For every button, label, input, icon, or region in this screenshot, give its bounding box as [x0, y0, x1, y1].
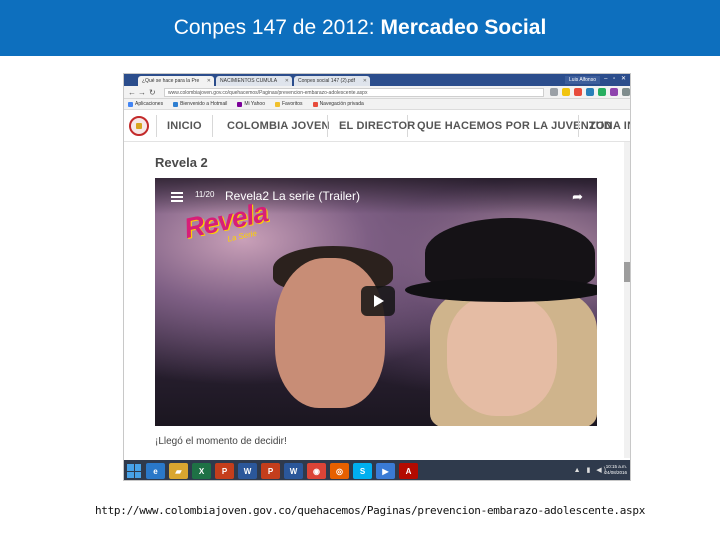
bookmark-label: Bienvenido a Hotmail — [180, 101, 228, 107]
video-figure — [275, 258, 385, 408]
slide-title-bold: Mercadeo Social — [380, 16, 547, 39]
media-icon[interactable]: ▶ — [376, 463, 395, 479]
tab-3-label: Conpes social 147 (2).pdf — [298, 78, 355, 84]
bookmark-item[interactable]: Bienvenido a Hotmail — [173, 101, 227, 107]
extension-blue-icon[interactable] — [586, 88, 594, 96]
page-title: Revela 2 — [155, 155, 208, 170]
site-navigation: INICIO COLOMBIA JOVEN EL DIRECTOR QUE HA… — [124, 110, 630, 142]
apps-icon — [128, 101, 133, 107]
tab-3[interactable]: Conpes social 147 (2).pdf ✕ — [294, 76, 370, 86]
excel-icon[interactable]: X — [192, 463, 211, 479]
window-controls[interactable]: – ▫ ✕ — [604, 75, 628, 82]
play-button[interactable] — [361, 286, 395, 316]
tab-strip: ¿Qué se hace para la Pre ✕ NACIMIENTOS CU… — [124, 74, 630, 86]
nav-divider — [327, 115, 328, 137]
forward-arrow-icon[interactable]: → — [138, 88, 146, 97]
extension-green-icon[interactable] — [598, 88, 606, 96]
windows-start-icon[interactable] — [127, 464, 141, 478]
bookmarks-bar: Aplicaciones Bienvenido a Hotmail Mi Yah… — [124, 99, 630, 110]
extension-purple-icon[interactable] — [610, 88, 618, 96]
private-icon — [312, 101, 318, 107]
tab-2[interactable]: NACIMIENTOS CUMULA ✕ — [216, 76, 292, 86]
word2-icon[interactable]: W — [284, 463, 303, 479]
page-scrollbar[interactable] — [624, 142, 630, 458]
taskbar-clock[interactable]: 10:15 a.m. 24/08/2016 — [604, 464, 627, 476]
slide: Conpes 147 de 2012: Mercadeo Social ¿Qué… — [0, 0, 720, 540]
user-profile-button[interactable]: Luis Alfonso — [565, 76, 600, 84]
firefox-icon[interactable]: ◎ — [330, 463, 349, 479]
url-input[interactable]: www.colombiajoven.gov.co/quehacemos/Pagi… — [164, 88, 544, 97]
slide-title-normal: Conpes 147 de 2012: — [173, 16, 375, 39]
extension-icons — [550, 88, 630, 96]
video-figure — [405, 278, 597, 302]
nav-item-inicio[interactable]: INICIO — [167, 120, 202, 132]
search-icon[interactable] — [550, 88, 558, 96]
bookmark-item[interactable]: Favoritos — [275, 101, 303, 107]
share-icon[interactable]: ➦ — [572, 189, 583, 205]
bookmark-label: Favoritos — [282, 101, 303, 107]
video-caption: ¡Llegó el momento de decidir! — [155, 436, 287, 447]
tab-1[interactable]: ¿Qué se hace para la Pre ✕ — [138, 76, 214, 86]
close-icon[interactable]: ✕ — [363, 78, 367, 84]
skype-icon[interactable]: S — [353, 463, 372, 479]
powerpoint-icon[interactable]: P — [215, 463, 234, 479]
word-icon[interactable]: W — [238, 463, 257, 479]
pdf-icon[interactable]: A — [399, 463, 418, 479]
nav-divider — [212, 115, 213, 137]
menu-icon[interactable] — [622, 88, 630, 96]
powerpoint2-icon[interactable]: P — [261, 463, 280, 479]
taskbar: e ▰ X P W P W ◉ ◎ S ▶ A ▲ ▮ ◀) 10:15 a.m. 24/08/201… — [124, 460, 630, 480]
bookmark-item[interactable]: Aplicaciones — [128, 101, 163, 107]
bookmark-label: Navegación privada — [319, 101, 364, 107]
close-icon[interactable]: ✕ — [207, 78, 211, 84]
tab-2-label: NACIMIENTOS CUMULA — [220, 78, 278, 84]
nav-divider — [578, 115, 579, 137]
nav-item-que-hacemos[interactable]: QUE HACEMOS POR LA JUVENTUD — [417, 120, 612, 132]
address-toolbar: ← → ↻ www.colombiajoven.gov.co/quehacemo… — [124, 86, 630, 99]
yahoo-icon — [237, 101, 243, 107]
extension-red-icon[interactable] — [574, 88, 582, 96]
playlist-counter: 11/20 — [195, 190, 215, 199]
bookmark-item[interactable]: Mi Yahoo — [237, 101, 265, 107]
page-content: Revela 2 11/20 Revela2 La serie (Trailer… — [124, 142, 630, 460]
nav-item-zona[interactable]: ZONA IN — [589, 120, 630, 132]
scrollbar-thumb[interactable] — [624, 262, 630, 282]
nav-item-el-director[interactable]: EL DIRECTOR — [339, 120, 415, 132]
slide-title: Conpes 147 de 2012: Mercadeo Social — [0, 0, 720, 56]
reload-icon[interactable]: ↻ — [149, 88, 156, 97]
folder-icon[interactable]: ▰ — [169, 463, 188, 479]
star-icon[interactable] — [562, 88, 570, 96]
bookmark-label: Aplicaciones — [135, 101, 164, 107]
chrome-icon[interactable]: ◉ — [307, 463, 326, 479]
ie-icon[interactable]: e — [146, 463, 165, 479]
nav-item-colombia-joven[interactable]: COLOMBIA JOVEN — [227, 120, 330, 132]
back-arrow-icon[interactable]: ← — [128, 88, 136, 97]
coat-of-arms-logo[interactable] — [129, 116, 149, 136]
bookmark-item[interactable]: Navegación privada — [312, 101, 364, 107]
tab-1-label: ¿Qué se hace para la Pre — [142, 78, 200, 84]
video-figure — [447, 296, 557, 416]
hotmail-icon — [173, 101, 179, 107]
close-icon[interactable]: ✕ — [285, 78, 289, 84]
source-url: http://www.colombiajoven.gov.co/quehacem… — [94, 504, 646, 517]
bookmark-label: Mi Yahoo — [244, 101, 265, 107]
clock-date: 24/08/2016 — [604, 470, 627, 475]
nav-divider — [156, 115, 157, 137]
video-player[interactable]: 11/20 Revela2 La serie (Trailer) ➦ Revel… — [155, 178, 597, 426]
playlist-icon[interactable] — [171, 192, 183, 202]
star-icon — [275, 101, 280, 107]
system-tray-icons[interactable]: ▲ ▮ ◀) — [574, 466, 608, 474]
nav-divider — [407, 115, 408, 137]
browser-screenshot: ¿Qué se hace para la Pre ✕ NACIMIENTOS CU… — [123, 73, 631, 481]
taskbar-apps: e ▰ X P W P W ◉ ◎ S ▶ A — [146, 463, 418, 479]
